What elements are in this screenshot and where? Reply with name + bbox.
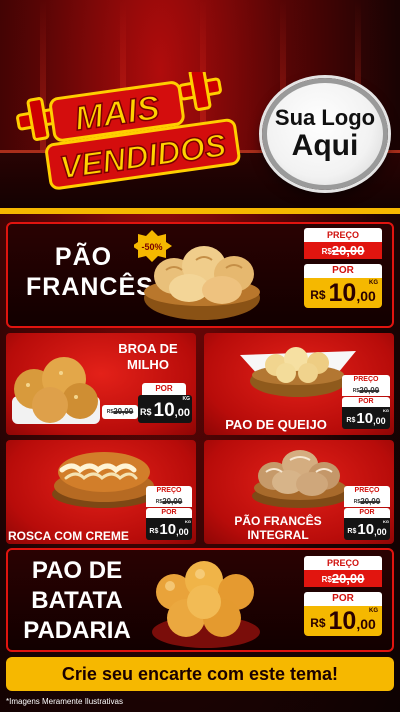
discount-badge: -50% (134, 230, 172, 262)
pao-de-batata-image (152, 561, 260, 648)
price-block: PREÇO R$20,00 POR R$ 10 ,00 KG (146, 486, 192, 540)
product-title: PAO DE BATATA PADARIA (12, 556, 142, 646)
currency: R$ (347, 528, 357, 535)
price-integer: 10 (328, 279, 357, 307)
por-label: POR (146, 508, 192, 518)
unit-label: KG (185, 519, 191, 524)
price-block: PREÇO R$20,00 POR R$ 10 ,00 KG (304, 228, 382, 308)
product-title: ROSCA COM CREME (8, 529, 129, 543)
pao-frances-image: -50% (134, 230, 260, 320)
product-title: PÃO FRANCÊS INTEGRAL (218, 514, 338, 542)
por-label: POR (142, 383, 186, 395)
title-line: BROA DE (118, 341, 178, 356)
old-price: R$20,00 (146, 496, 192, 507)
product-card-pao-frances: PÃO FRANCÊS -50% PREÇO R$20,00 POR R$ 10 (6, 222, 394, 328)
unit-label: KG (369, 280, 378, 286)
price-integer: 10 (356, 410, 374, 427)
product-card-rosca: PREÇO R$20,00 POR R$ 10 ,00 KG ROSCA COM… (6, 440, 196, 544)
title-line: BATATA (31, 587, 123, 614)
price-integer: 10 (328, 607, 357, 635)
pao-integral-image (252, 450, 348, 508)
old-price-value: 20,00 (113, 407, 134, 416)
title-line: FRANCÊS (26, 273, 154, 301)
old-price-value: 20,00 (331, 571, 365, 586)
title-line: INTEGRAL (247, 528, 309, 542)
new-price: R$ 10 ,00 KG (304, 278, 382, 308)
logo-line-1: Sua Logo (274, 105, 376, 130)
title-line: PÃO FRANCÊS (234, 514, 322, 528)
old-currency: R$ (321, 575, 332, 584)
old-price: R$20,00 (102, 405, 138, 419)
new-price: R$ 10 ,00 KG (342, 407, 390, 429)
price-block: PREÇO R$20,00 POR R$ 10 ,00 KG (342, 375, 390, 429)
divider-strip (0, 208, 400, 214)
new-price: R$ 10 ,00 KG (344, 518, 390, 540)
price-decimals: ,00 (356, 616, 376, 632)
old-price: R$20,00 (342, 385, 390, 396)
preco-label: PREÇO (304, 228, 382, 242)
store-logo-placeholder: Sua Logo Aqui (262, 78, 388, 190)
preco-label: PREÇO (342, 375, 390, 385)
currency: R$ (310, 288, 326, 302)
por-label: POR (304, 592, 382, 606)
title-line: PADARIA (23, 617, 131, 644)
currency: R$ (310, 616, 326, 630)
new-price: R$ 10 ,00 KG (138, 395, 192, 423)
por-label: POR (344, 508, 390, 518)
price-decimals: ,00 (174, 407, 190, 419)
footnote: *Imagens Meramente Ilustrativas (6, 697, 123, 706)
old-price: R$20,00 (304, 570, 382, 587)
product-title: BROA DE MILHO (106, 341, 190, 373)
por-label: POR (304, 264, 382, 278)
old-price-value: 20,00 (359, 386, 380, 395)
product-card-batata: PAO DE BATATA PADARIA PREÇO R$20,00 POR … (6, 548, 394, 652)
price-decimals: ,00 (356, 288, 376, 304)
price-decimals: ,00 (373, 416, 386, 426)
product-card-integral: PREÇO R$20,00 POR R$ 10 ,00 KG PÃO FRANC… (204, 440, 394, 544)
plus-icon (178, 72, 222, 111)
old-price-value: 20,00 (360, 497, 381, 506)
old-price: R$20,00 (304, 242, 382, 259)
header: MAIS VENDIDOS Sua Logo Aqui (0, 0, 400, 212)
unit-label: KG (383, 408, 389, 413)
product-card-broa: BROA DE MILHO POR R$20,00 R$ 10 ,00 KG (6, 333, 196, 435)
flyer-page: MAIS VENDIDOS Sua Logo Aqui PÃO FRANCÊS (0, 0, 400, 712)
currency: R$ (149, 528, 159, 535)
preco-label: PREÇO (146, 486, 192, 496)
unit-label: KG (369, 608, 378, 614)
preco-label: PREÇO (304, 556, 382, 570)
por-label: POR (342, 397, 390, 407)
price-integer: 10 (153, 400, 175, 421)
currency: R$ (140, 407, 152, 417)
unit-label: KG (383, 519, 389, 524)
mais-vendidos-logo: MAIS VENDIDOS (16, 72, 241, 190)
old-currency: R$ (321, 247, 332, 256)
title-line: PÃO (54, 243, 113, 271)
currency: R$ (346, 417, 356, 424)
product-title: PÃO FRANCÊS (26, 242, 154, 302)
product-title: PAO DE QUEIJO (225, 417, 327, 432)
pao-de-queijo-image (240, 347, 356, 397)
old-price-value: 20,00 (162, 497, 183, 506)
rosca-image (52, 452, 156, 508)
new-price: R$ 10 ,00 KG (146, 518, 192, 540)
price-decimals: ,00 (374, 527, 387, 537)
logo-line-2: Aqui (291, 129, 359, 162)
new-price: R$ 10 ,00 KG (304, 606, 382, 636)
preco-label: PREÇO (344, 486, 390, 496)
old-price-value: 20,00 (331, 243, 365, 258)
product-card-queijo: PREÇO R$20,00 POR R$ 10 ,00 KG PAO DE QU… (204, 333, 394, 435)
price-integer: 10 (357, 521, 375, 538)
old-price: R$20,00 (344, 496, 390, 507)
price-decimals: ,00 (176, 527, 189, 537)
cta-banner[interactable]: Crie seu encarte com este tema! (6, 657, 394, 691)
price-block: PREÇO R$20,00 POR R$ 10 ,00 KG (344, 486, 390, 540)
price-block: PREÇO R$20,00 POR R$ 10 ,00 KG (304, 556, 382, 636)
title-line: PAO DE (31, 557, 123, 584)
price-integer: 10 (159, 521, 177, 538)
discount-text: -50% (141, 242, 162, 252)
unit-label: KG (182, 396, 191, 402)
title-line: MILHO (127, 357, 169, 372)
broa-image (12, 357, 100, 424)
